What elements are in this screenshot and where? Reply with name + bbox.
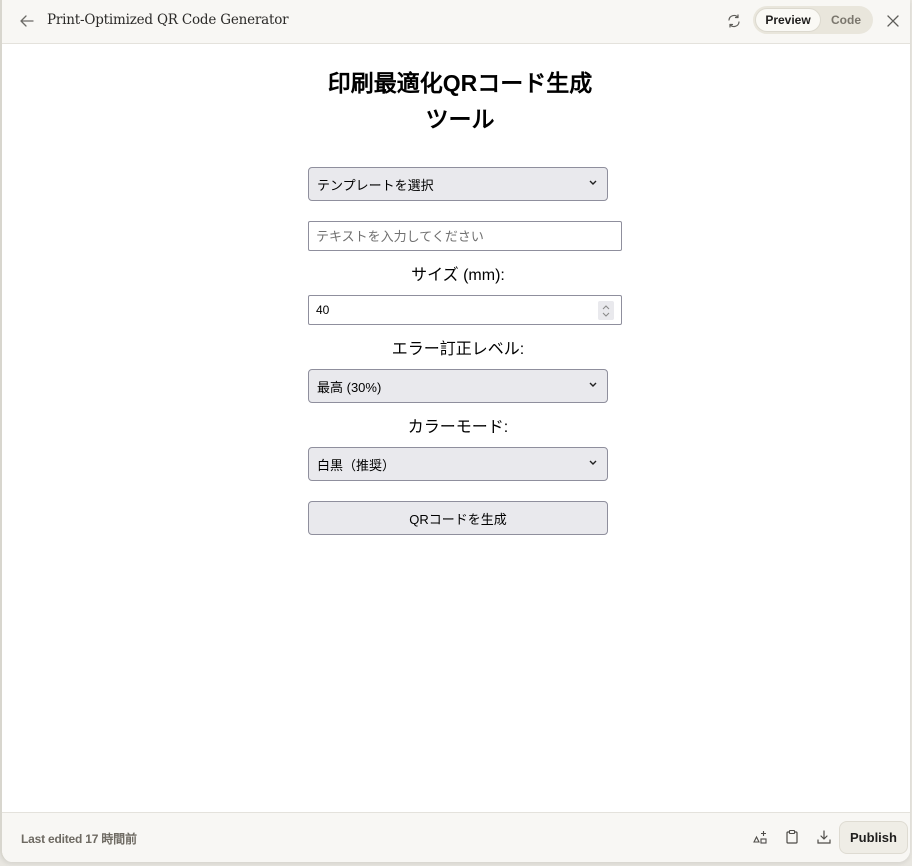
- refresh-icon: [728, 14, 740, 28]
- color-mode-label: カラーモード:: [407, 419, 509, 436]
- back-button[interactable]: [16, 10, 38, 32]
- clipboard-icon: [786, 829, 798, 844]
- size-spinner[interactable]: [598, 301, 614, 320]
- refresh-button[interactable]: [723, 10, 745, 32]
- preview-content: 印刷最適化QRコード生成 ツール テンプレートを選択 サイズ (mm): 40 …: [2, 45, 910, 812]
- color-mode-select[interactable]: 白黒（推奨）: [308, 447, 608, 481]
- error-level-select[interactable]: 最高 (30%): [308, 369, 608, 403]
- text-input[interactable]: [308, 221, 622, 251]
- error-level-select-value: 最高 (30%): [317, 379, 382, 395]
- artifact-window: Print-Optimized QR Code Generator Previe…: [0, 0, 910, 862]
- arrow-left-icon: [20, 15, 34, 27]
- download-button[interactable]: [814, 827, 834, 847]
- tab-preview[interactable]: Preview: [755, 8, 821, 32]
- template-select-value: テンプレートを選択: [317, 177, 434, 193]
- color-mode-select-value: 白黒（推奨）: [317, 457, 396, 473]
- last-edited-status: Last edited 17 時間前: [21, 832, 137, 846]
- close-icon: [887, 15, 899, 27]
- generate-qr-button[interactable]: QRコードを生成: [308, 501, 608, 535]
- copy-button[interactable]: [782, 827, 802, 847]
- spinner-up-down-icon: [602, 304, 610, 317]
- page-title-line1: 印刷最適化QRコード生成: [327, 70, 593, 96]
- header-bar: Print-Optimized QR Code Generator Previe…: [2, 0, 910, 44]
- template-select[interactable]: テンプレートを選択: [308, 167, 608, 201]
- size-input[interactable]: 40: [308, 295, 622, 325]
- publish-button[interactable]: Publish: [839, 821, 908, 854]
- tab-code[interactable]: Code: [821, 8, 871, 32]
- page-title: 印刷最適化QRコード生成 ツール: [300, 65, 620, 137]
- view-toggle: Preview Code: [753, 6, 873, 34]
- error-level-label: エラー訂正レベル:: [391, 341, 525, 358]
- artifact-title: Print-Optimized QR Code Generator: [47, 12, 289, 28]
- close-button[interactable]: [882, 10, 904, 32]
- page-title-line2: ツール: [425, 106, 495, 132]
- chevron-down-icon: [588, 178, 598, 188]
- download-icon: [817, 830, 831, 844]
- size-input-value: 40: [316, 303, 330, 317]
- chevron-down-icon: [588, 380, 598, 390]
- shapes-icon: [753, 831, 767, 844]
- chevron-down-icon: [588, 458, 598, 468]
- size-label: サイズ (mm):: [411, 267, 505, 284]
- footer-bar: Last edited 17 時間前 Publish: [2, 812, 910, 862]
- shapes-button[interactable]: [750, 827, 770, 847]
